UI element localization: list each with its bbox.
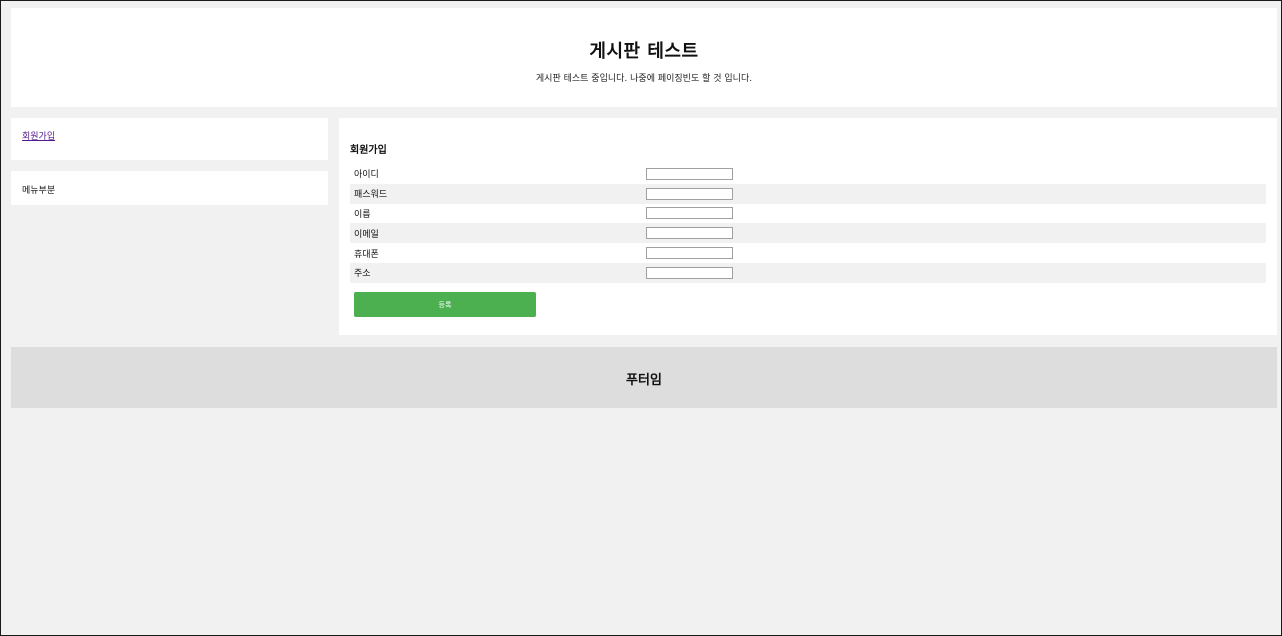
email-input[interactable] [646,227,733,240]
form-row-id: 아이디 [350,164,1266,184]
id-input[interactable] [646,167,733,180]
page-footer: 푸터임 [11,347,1277,408]
page-header: 게시판 테스트 게시판 테스트 중입니다. 나중에 페이징빈도 할 것 입니다. [11,8,1277,107]
page-title: 게시판 테스트 [589,41,699,62]
form-row-email: 이메일 [350,223,1266,244]
register-button[interactable]: 등록 [354,292,536,317]
address-input[interactable] [646,266,733,279]
form-row-name: 이름 [350,204,1266,224]
field-label-phone: 휴대폰 [354,249,379,260]
field-label-address: 주소 [350,262,646,283]
form-row-address: 주소 [350,262,1266,283]
form-row-phone: 휴대폰 [350,243,1266,263]
field-label-id: 아이디 [354,170,379,181]
phone-input[interactable] [646,247,733,260]
field-label-email: 이메일 [350,223,646,244]
page-subtitle: 게시판 테스트 중입니다. 나중에 페이징빈도 할 것 입니다. [535,74,753,84]
signup-link[interactable]: 회원가입 [22,129,55,142]
name-input[interactable] [646,207,733,220]
sidebar-menu-box: 메뉴부분 [11,171,328,205]
signup-form-table: 아이디 패스워드 이름 이메일 휴대폰 주소 [350,164,1266,283]
field-label-name: 이름 [354,209,371,220]
form-row-password: 패스워드 [350,183,1266,204]
signup-form-panel: 회원가입 아이디 패스워드 이름 이메일 휴대폰 주소 등록 [339,118,1277,335]
sidebar-link-box: 회원가입 [11,118,328,160]
password-input[interactable] [646,187,733,200]
footer-text: 푸터임 [626,373,662,388]
field-label-password: 패스워드 [350,183,646,204]
form-heading: 회원가입 [350,145,387,156]
menu-section-label: 메뉴부분 [22,186,56,196]
